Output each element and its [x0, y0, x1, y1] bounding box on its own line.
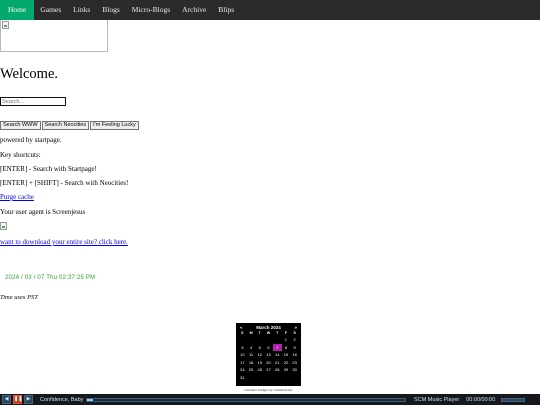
calendar-day[interactable]: 16 — [290, 351, 299, 359]
calendar-header: « March 2024 » — [236, 323, 301, 330]
calendar-day — [282, 374, 291, 382]
calendar-day[interactable]: 12 — [255, 351, 264, 359]
clock-display: 2024 / 03 / 07 Thu 02:37:25 PM — [5, 275, 96, 281]
shortcut-enter: [ENTER] - Search with Startpage! — [0, 165, 97, 173]
calendar-day — [247, 336, 256, 344]
calendar-day[interactable]: 20 — [264, 359, 273, 367]
nav-home[interactable]: Home — [0, 0, 35, 20]
calendar-day[interactable]: 17 — [238, 359, 247, 367]
calendar-day[interactable]: 1 — [282, 336, 291, 344]
powered-by-text: powered by startpage. — [0, 136, 62, 144]
download-site-link[interactable]: want to download your entire site? click… — [0, 238, 128, 246]
banner-image — [0, 20, 108, 52]
calendar-day[interactable]: 30 — [290, 366, 299, 374]
track-progress-bar[interactable] — [86, 397, 406, 402]
calendar-day-today[interactable]: 7 — [272, 343, 282, 351]
previous-icon[interactable]: ◀ — [2, 395, 11, 404]
calendar-day — [273, 374, 282, 382]
player-name[interactable]: SCM Music Player — [414, 397, 459, 403]
purge-cache-link[interactable]: Purge cache — [0, 193, 34, 201]
calendar-day[interactable]: 29 — [282, 366, 291, 374]
nav-micro-blogs[interactable]: Micro-Blogs — [126, 0, 176, 20]
calendar-day[interactable]: 4 — [247, 344, 256, 352]
calendar-day — [247, 374, 256, 382]
nav-archive[interactable]: Archive — [176, 0, 212, 20]
calendar-day[interactable]: 26 — [255, 366, 264, 374]
shortcuts-title: Key shortcuts: — [0, 151, 41, 159]
calendar-day[interactable]: 31 — [238, 374, 247, 382]
timezone-note: Time uses PST — [0, 294, 38, 301]
calendar-day[interactable]: 8 — [282, 344, 291, 352]
calendar-day[interactable]: 11 — [247, 351, 256, 359]
calendar-day[interactable]: 21 — [273, 359, 282, 367]
search-buttons: Search WWW Search Neocities I'm Feeling … — [0, 121, 139, 130]
search-www-button[interactable]: Search WWW — [0, 121, 41, 130]
feeling-lucky-button[interactable]: I'm Feeling Lucky — [90, 121, 139, 130]
calendar-day[interactable]: 2 — [290, 336, 299, 344]
calendar-day[interactable]: 9 — [290, 344, 299, 352]
calendar-day[interactable]: 24 — [238, 366, 247, 374]
calendar-day[interactable]: 14 — [273, 351, 282, 359]
calendar-grid: S M T W T F S 1 2 3 4 5 6 7 8 9 10 11 12 13 14 15 16 17 18 19 20 21… — [236, 330, 301, 381]
calendar-day[interactable]: 25 — [247, 366, 256, 374]
calendar-day — [255, 374, 264, 382]
play-pause-icon[interactable]: ❚❚ — [13, 395, 22, 404]
calendar-day[interactable]: 13 — [264, 351, 273, 359]
nav-blips[interactable]: Blips — [212, 0, 240, 20]
calendar-day — [255, 336, 264, 344]
track-title: Confidence, Baby — [40, 396, 84, 403]
calendar-day[interactable]: 27 — [264, 366, 273, 374]
calendar-day — [273, 336, 282, 344]
search-input[interactable] — [0, 97, 66, 106]
calendar-day[interactable]: 18 — [247, 359, 256, 367]
calendar-day[interactable]: 10 — [238, 351, 247, 359]
calendar-day[interactable]: 3 — [238, 344, 247, 352]
calendar-widget: « March 2024 » S M T W T F S 1 2 3 4 5 6 7 8 9 10 11 12 13 1… — [236, 323, 301, 386]
calendar-day[interactable]: 28 — [273, 366, 282, 374]
music-player-bar: ◀ ❚❚ ▶ Confidence, Baby SCM Music Player… — [0, 394, 540, 405]
calendar-day[interactable]: 19 — [255, 359, 264, 367]
calendar-day[interactable]: 22 — [282, 359, 291, 367]
calendar-day[interactable]: 15 — [282, 351, 291, 359]
nav-links[interactable]: Links — [67, 0, 96, 20]
broken-image-icon — [0, 222, 7, 230]
calendar-day — [238, 336, 247, 344]
track-progress-fill — [87, 398, 94, 401]
calendar-day[interactable]: 23 — [290, 359, 299, 367]
calendar-day[interactable]: 5 — [255, 344, 264, 352]
search-neocities-button[interactable]: Search Neocities — [41, 121, 90, 130]
nav-blogs[interactable]: Blogs — [96, 0, 126, 20]
calendar-day — [290, 374, 299, 382]
page-title: Welcome. — [0, 66, 59, 82]
top-nav: Home Games Links Blogs Micro-Blogs Archi… — [0, 0, 540, 20]
broken-image-icon — [2, 21, 9, 29]
calendar-day — [264, 374, 273, 382]
next-icon[interactable]: ▶ — [24, 395, 33, 404]
calendar-day[interactable]: 6 — [264, 344, 273, 352]
calendar-caption[interactable]: Calendar Widget by CalendarLabs — [236, 388, 301, 392]
shortcut-enter-shift: [ENTER] + [SHIFT] - Search with Neocitie… — [0, 179, 129, 187]
nav-games[interactable]: Games — [34, 0, 67, 20]
user-agent-text: Your user agent is Screenjesus — [0, 208, 86, 216]
player-time: 00:00/00:00 — [466, 396, 496, 403]
calendar-day — [264, 336, 273, 344]
volume-slider[interactable] — [501, 397, 526, 402]
